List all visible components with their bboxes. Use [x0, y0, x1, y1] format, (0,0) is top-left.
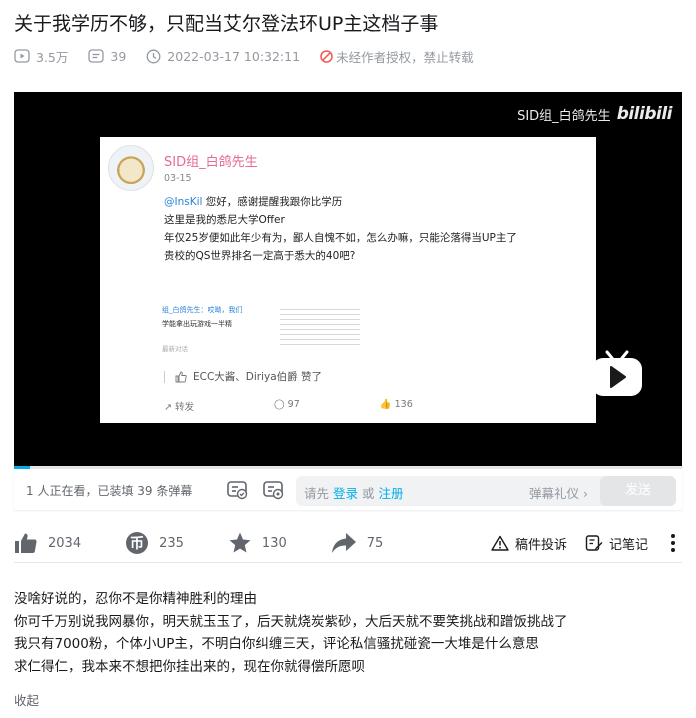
- comment-line-2: 这里是我的悉尼大学Offer: [164, 214, 285, 226]
- video-progress-bar[interactable]: [14, 466, 682, 469]
- screenshot-comment-card: SID组_白鸽先生 03-15 @InsKil 您好，感谢提醒我跟你比学历 这里…: [100, 137, 596, 423]
- screenshot-comment-text: @InsKil 您好，感谢提醒我跟你比学历 这里是我的悉尼大学Offer 年仅2…: [164, 193, 517, 265]
- like-button[interactable]: 2034: [14, 532, 81, 554]
- embedded-mini-screenshot: 组_白鸽先生：哎呦，我们 学能拿出玩游戏一半精 最新对话: [162, 305, 362, 365]
- comment-line-1: @InsKil 您好，感谢提醒我跟你比学历: [164, 193, 517, 211]
- star-icon: [229, 532, 251, 553]
- mini-line-3: 最新对话: [162, 345, 188, 353]
- bilibili-logo: bilibili: [616, 104, 673, 124]
- danmaku-toggle-icon[interactable]: [226, 478, 248, 500]
- mention: @InsKil: [164, 196, 203, 208]
- video-player[interactable]: SID组_白鸽先生 bilibili SID组_白鸽先生 03-15 @InsK…: [14, 92, 682, 466]
- description-line: 你可千万别说我网暴你，明天就玉玉了，后天就烧炭紫砂，大后天就不要笑挑战和蹭饭挑战…: [14, 613, 568, 630]
- more-vertical-icon: [671, 534, 675, 552]
- danmaku-settings-icon[interactable]: [262, 478, 284, 500]
- share-arrow-icon: [331, 533, 356, 553]
- thumb-up-icon: [15, 533, 37, 553]
- publish-time-text: 2022-03-17 10:32:11: [167, 48, 301, 64]
- screenshot-actions: ↗ 转发 ◯ 97 👍 136: [164, 399, 493, 413]
- video-watermark: SID组_白鸽先生 bilibili: [517, 104, 672, 124]
- description-line: 没啥好说的，忍你不是你精神胜利的理由: [14, 591, 257, 607]
- play-count-icon: [14, 49, 30, 63]
- thumb-up-icon: [175, 371, 187, 382]
- notes-label: 记笔记: [608, 537, 648, 553]
- prompt-or: 或: [358, 486, 379, 501]
- screenshot-likes-text: ECC大酱、Diriya伯爵 赞了: [193, 371, 323, 383]
- watching-count: 1 人正在看，已装填 39 条弹幕: [26, 484, 193, 498]
- notes-button[interactable]: 记笔记: [585, 534, 648, 553]
- play-button-icon[interactable]: [590, 350, 644, 398]
- view-count-text: 3.5万: [36, 49, 69, 65]
- danmaku-etiquette-link[interactable]: 弹幕礼仪 ›: [529, 483, 588, 502]
- report-label: 稿件投诉: [514, 537, 567, 553]
- description-line: 求仁得仁，我本来不想把你挂出来的，现在你就得偿所愿呗: [14, 658, 365, 675]
- video-meta: 3.5万 39 2022-03-17 10:32:11 未经作者授权，禁止转载: [14, 46, 494, 66]
- watermark-name: SID组_白鸽先生: [517, 108, 611, 124]
- view-count: 3.5万: [14, 47, 68, 66]
- register-link[interactable]: 注册: [378, 486, 403, 501]
- video-title: 关于我学历不够，只配当艾尔登法环UP主这档子事: [14, 13, 439, 35]
- copyright-notice-text: 未经作者授权，禁止转载: [336, 49, 474, 65]
- video-toolbar: 2034 币 235 130 75 稿件投诉 记笔记: [14, 524, 682, 563]
- screenshot-comments: ◯ 97: [274, 399, 300, 410]
- screenshot-date: 03-15: [164, 173, 192, 184]
- screenshot-share-label: 转发: [174, 402, 194, 413]
- screenshot-likes: ECC大酱、Diriya伯爵 赞了: [164, 369, 322, 384]
- prompt-prefix: 请先: [304, 486, 333, 501]
- publish-time: 2022-03-17 10:32:11: [146, 49, 300, 64]
- toolbar-right: 稿件投诉 记笔记: [473, 524, 682, 562]
- avatar: [108, 145, 154, 191]
- danmaku-icon: [88, 49, 105, 63]
- comment-line-1-text: 您好，感谢提醒我跟你比学历: [202, 196, 343, 208]
- description-line: 我只有7000粉，个体小UP主，不明白你纠缠三天，评论私信骚扰碰瓷一大堆是什么意…: [14, 636, 539, 652]
- login-link[interactable]: 登录: [333, 486, 358, 501]
- screenshot-share: ↗ 转发: [164, 402, 194, 413]
- share-count: 75: [366, 535, 384, 551]
- coin-button[interactable]: 币 235: [125, 531, 184, 555]
- screenshot-likes-count: 👍 136: [379, 399, 413, 410]
- screenshot-username: SID组_白鸽先生: [164, 155, 258, 170]
- note-edit-icon: [585, 535, 603, 551]
- collapse-description-button[interactable]: 收起: [14, 690, 39, 709]
- danmaku-bar: 1 人正在看，已装填 39 条弹幕 请先 登录 或 注册 弹幕礼仪 › 发送: [14, 470, 682, 510]
- danmaku-input[interactable]: 请先 登录 或 注册 弹幕礼仪 › 发送: [296, 476, 676, 506]
- svg-text:币: 币: [130, 536, 144, 552]
- likes-separator: [164, 370, 165, 383]
- mini-blurred-lines: [280, 309, 360, 349]
- danmaku-count-text: 39: [110, 48, 127, 64]
- video-progress-fill: [14, 466, 31, 469]
- report-button[interactable]: 稿件投诉: [491, 534, 567, 553]
- coin-count: 235: [159, 535, 184, 551]
- like-count: 2034: [48, 535, 82, 551]
- mini-line-1: 组_白鸽先生：哎呦，我们: [162, 306, 243, 314]
- mini-line-2: 学能拿出玩游戏一半精: [162, 320, 232, 328]
- comment-line-4: 贵校的QS世界排名一定高于悉大的40吧?: [164, 250, 356, 262]
- danmaku-login-prompt: 请先 登录 或 注册: [304, 483, 403, 502]
- warning-icon: [491, 535, 509, 551]
- screenshot-like-count: 136: [394, 399, 413, 410]
- favorite-count: 130: [261, 535, 287, 551]
- favorite-button[interactable]: 130: [228, 531, 287, 555]
- coin-icon: 币: [126, 532, 149, 554]
- danmaku-count: 39: [88, 49, 126, 64]
- send-danmaku-button[interactable]: 发送: [600, 476, 676, 506]
- forbidden-icon: [320, 49, 333, 63]
- comment-line-3: 年仅25岁便如此年少有为，鄙人自愧不如，怎么办嘛，只能沦落得当UP主了: [164, 232, 517, 244]
- screenshot-comment-count: 97: [287, 399, 300, 410]
- copyright-notice: 未经作者授权，禁止转载: [320, 47, 474, 66]
- more-options-button[interactable]: [670, 533, 682, 553]
- share-button[interactable]: 75: [331, 532, 384, 554]
- video-description: 没啥好说的，忍你不是你精神胜利的理由 你可千万别说我网暴你，明天就玉玉了，后天就…: [14, 588, 684, 678]
- clock-icon: [146, 49, 161, 63]
